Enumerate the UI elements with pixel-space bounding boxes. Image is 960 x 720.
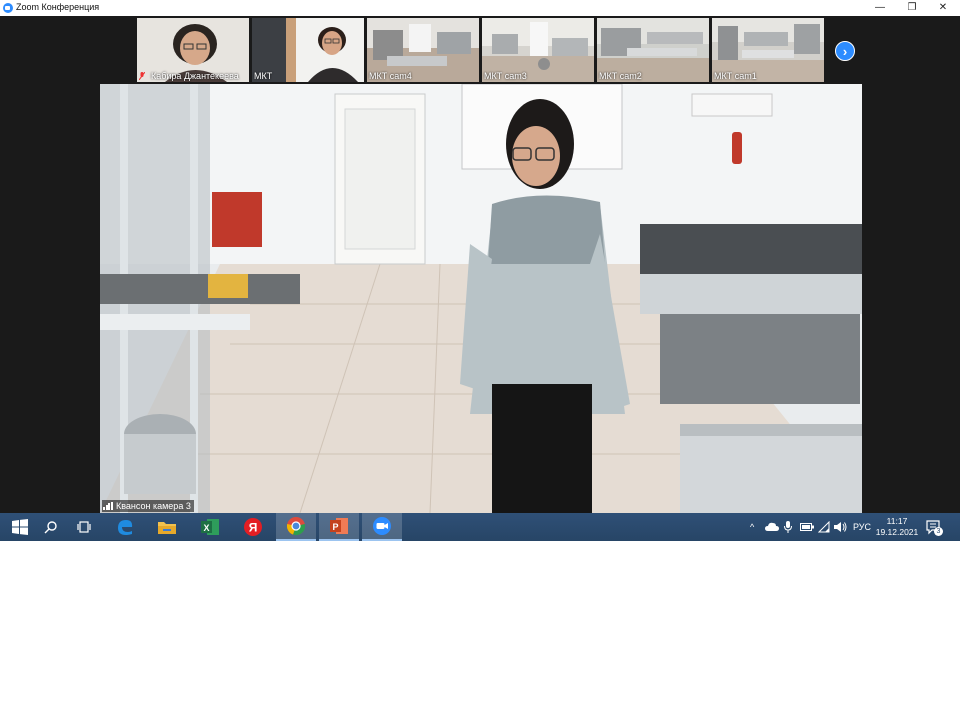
active-speaker-name: Квансон камера 3 <box>116 501 191 511</box>
participant-tile[interactable]: МКТ cam1 <box>712 18 824 82</box>
task-view-button[interactable] <box>64 513 104 541</box>
chrome-taskbar-button[interactable] <box>276 513 316 541</box>
svg-text:P: P <box>332 522 338 532</box>
zoom-app-icon <box>3 3 13 13</box>
onedrive-icon[interactable] <box>765 522 779 531</box>
meeting-area: Кабира Джантекеева МКТ МКТ cam4 МКТ cam3… <box>0 16 960 513</box>
battery-icon[interactable] <box>800 523 814 531</box>
start-icon <box>12 519 28 535</box>
action-center-button[interactable]: 3 <box>926 519 943 536</box>
zoom-taskbar-button[interactable] <box>362 513 402 541</box>
active-speaker-label: Квансон камера 3 <box>102 500 194 512</box>
svg-text:X: X <box>203 523 209 533</box>
yandex-taskbar-button[interactable]: Я <box>233 513 273 541</box>
participant-tile[interactable]: МКТ cam3 <box>482 18 594 82</box>
participant-tile[interactable]: Кабира Джантекеева <box>137 18 249 82</box>
excel-taskbar-button[interactable]: X <box>190 513 230 541</box>
notification-badge: 3 <box>934 527 943 536</box>
svg-text:Я: Я <box>249 521 258 535</box>
file-explorer-icon <box>158 522 176 534</box>
active-speaker-video: Квансон камера 3 <box>100 84 862 513</box>
restore-button[interactable]: ❐ <box>895 0 929 16</box>
signal-strength-icon <box>103 502 113 510</box>
participant-name: МКТ <box>254 71 273 81</box>
wifi-icon[interactable] <box>818 521 830 533</box>
clock-time: 11:17 <box>886 516 908 526</box>
chrome-icon <box>286 517 306 536</box>
participant-name: Кабира Джантекеева <box>151 71 239 81</box>
tray-overflow-chevron[interactable]: ^ <box>750 513 754 541</box>
participant-name: МКТ cam3 <box>484 71 527 81</box>
window-title-bar: Zoom Конференция — ❐ ✕ <box>0 0 960 17</box>
participant-name: МКТ cam1 <box>714 71 757 81</box>
participant-name: МКТ cam4 <box>369 71 412 81</box>
search-icon <box>44 521 57 534</box>
windows-taskbar: X Я P ^ РУС 11:17 19.12.2021 3 <box>0 513 960 541</box>
system-clock[interactable]: 11:17 19.12.2021 <box>873 516 921 538</box>
microphone-icon[interactable] <box>784 521 792 533</box>
clock-date: 19.12.2021 <box>875 527 919 537</box>
window-title: Zoom Конференция <box>16 2 100 12</box>
input-language[interactable]: РУС <box>853 513 871 541</box>
file-explorer-taskbar-button[interactable] <box>147 513 187 541</box>
next-participants-button[interactable]: › <box>835 41 855 61</box>
powerpoint-taskbar-button[interactable]: P <box>319 513 359 541</box>
muted-mic-icon <box>139 72 145 80</box>
volume-icon[interactable] <box>834 521 847 533</box>
participant-tile[interactable]: МКТ cam4 <box>367 18 479 82</box>
yandex-browser-icon: Я <box>244 518 262 536</box>
edge-taskbar-button[interactable] <box>105 513 145 541</box>
close-button[interactable]: ✕ <box>926 0 960 16</box>
excel-icon: X <box>201 519 219 535</box>
edge-icon <box>118 520 133 535</box>
zoom-icon <box>373 517 391 535</box>
speaker-video-frame <box>100 84 862 513</box>
powerpoint-icon: P <box>330 518 348 534</box>
participant-tile[interactable]: МКТ <box>252 18 364 82</box>
minimize-button[interactable]: — <box>863 0 897 16</box>
task-view-icon <box>77 521 91 533</box>
participant-name: МКТ cam2 <box>599 71 642 81</box>
participant-tile[interactable]: МКТ cam2 <box>597 18 709 82</box>
